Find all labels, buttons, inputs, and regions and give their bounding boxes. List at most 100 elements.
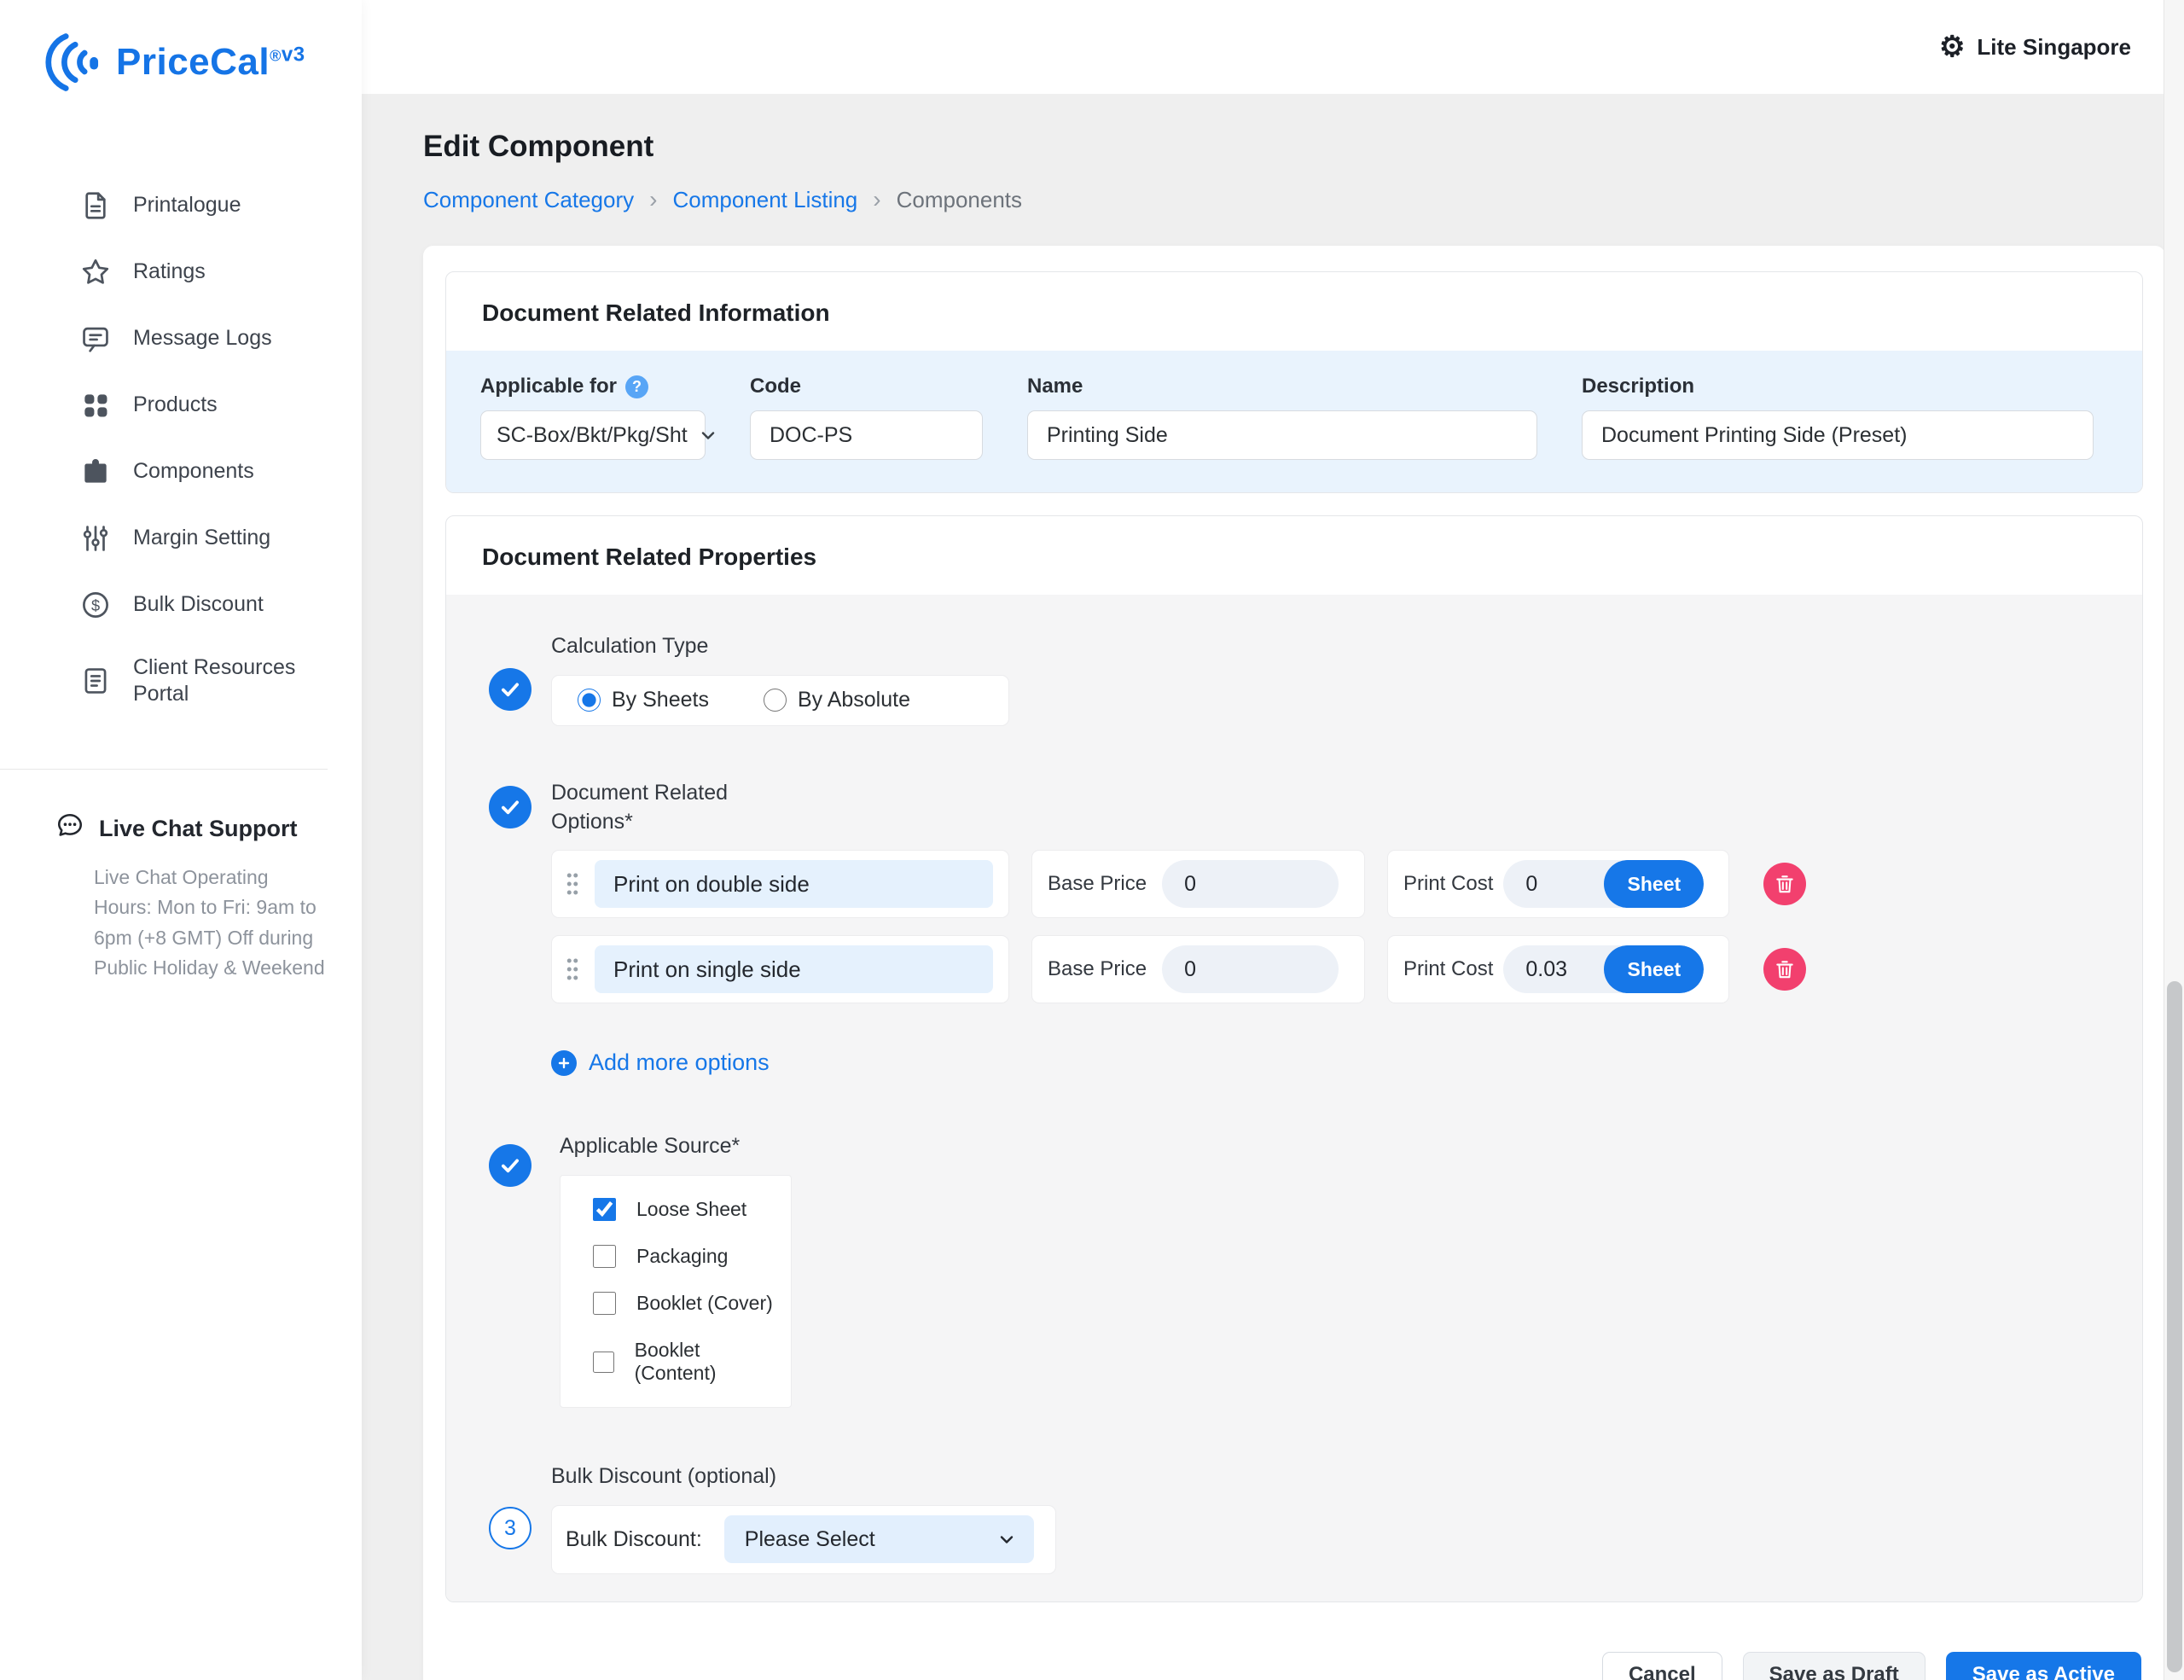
name-label: Name <box>1027 375 1083 398</box>
sidebar-item-label: Products <box>133 392 218 417</box>
chevron-right-icon: › <box>873 186 881 212</box>
sidebar-item-client-resources-portal[interactable]: Client Resources Portal <box>0 638 362 724</box>
step-3-badge: 3 <box>489 1507 531 1549</box>
unit-sheet-button[interactable]: Sheet <box>1604 860 1705 909</box>
brand-name: PriceCal®v3 <box>116 41 305 83</box>
delete-option-button[interactable] <box>1763 948 1806 991</box>
radio-by-absolute[interactable]: By Absolute <box>763 688 910 712</box>
name-field: Name <box>1027 375 1537 460</box>
base-price-input[interactable] <box>1162 945 1339 994</box>
breadcrumb: Component Category › Component Listing ›… <box>423 186 2165 213</box>
checkbox-packaging[interactable]: Packaging <box>561 1233 791 1280</box>
bulk-discount-select[interactable]: Please Select <box>723 1515 1034 1564</box>
sidebar-item-label: Components <box>133 459 254 484</box>
applicable-for-label: Applicable for ? <box>480 375 706 398</box>
sidebar-item-ratings[interactable]: Ratings <box>0 239 362 305</box>
live-chat-support: Live Chat Support Live Chat Operating Ho… <box>0 770 362 985</box>
app-logo[interactable]: PriceCal®v3 <box>0 0 362 96</box>
content-area: Edit Component Component Category › Comp… <box>362 94 2184 1680</box>
sidebar-item-components[interactable]: Components <box>0 439 362 505</box>
bulk-discount-box: Bulk Discount: Please Select <box>551 1504 1056 1574</box>
form-footer: Cancel Save as Draft Save as Active <box>445 1651 2143 1680</box>
scrollbar-thumb[interactable] <box>2167 981 2182 1672</box>
section-title: Document Related Information <box>482 299 830 326</box>
base-price-label: Base Price <box>1048 872 1147 896</box>
print-cost-label: Print Cost <box>1403 957 1494 981</box>
portal-icon <box>78 664 113 698</box>
calculation-type-row: Calculation Type By Sheets By Absolute <box>446 632 2142 726</box>
print-cost-label: Print Cost <box>1403 872 1494 896</box>
calculation-type-options: By Sheets By Absolute <box>551 674 1009 726</box>
gear-icon: ⚙ <box>1938 31 1966 63</box>
name-input[interactable] <box>1027 410 1537 460</box>
code-label: Code <box>750 375 801 398</box>
sidebar: PriceCal®v3 Printalogue Ratings Message … <box>0 0 362 1680</box>
checkbox-booklet-cover[interactable]: Booklet (Cover) <box>561 1280 791 1327</box>
sidebar-item-message-logs[interactable]: Message Logs <box>0 305 362 372</box>
page-scrollbar[interactable] <box>2164 0 2184 1680</box>
option-name-input[interactable] <box>595 860 993 909</box>
print-cost-input[interactable] <box>1503 945 1605 994</box>
radio-by-sheets[interactable]: By Sheets <box>578 688 709 712</box>
drag-handle-icon[interactable] <box>564 955 581 984</box>
applicable-source-box: Loose Sheet Packaging Booklet (Cover) Bo… <box>560 1175 792 1408</box>
breadcrumb-link-component-category[interactable]: Component Category <box>423 187 634 213</box>
add-more-options-button[interactable]: Add more options <box>551 1049 770 1076</box>
option-row: Base Price Print Cost Sheet <box>551 850 1806 919</box>
plus-icon <box>551 1049 577 1076</box>
sidebar-item-printalogue[interactable]: Printalogue <box>0 172 362 239</box>
account-menu[interactable]: ⚙ Lite Singapore <box>1939 32 2131 61</box>
applicable-for-select[interactable]: SC-Box/Bkt/Pkg/Sht <box>480 410 714 460</box>
description-input[interactable] <box>1582 410 2094 460</box>
code-input[interactable] <box>750 410 983 460</box>
checkbox-booklet-content[interactable]: Booklet (Content) <box>561 1327 791 1397</box>
save-as-draft-button[interactable]: Save as Draft <box>1742 1651 1926 1680</box>
description-field: Description <box>1582 375 2094 460</box>
edit-component-card: Document Related Information Applicable … <box>423 246 2165 1680</box>
applicable-source-label: Applicable Source* <box>560 1134 741 1159</box>
sidebar-item-label: Printalogue <box>133 193 241 218</box>
description-label: Description <box>1582 375 1695 398</box>
topbar: ⚙ Lite Singapore <box>362 0 2184 94</box>
document-related-options-row: Document Related Options* Print on doubl… <box>446 779 2142 1077</box>
breadcrumb-current: Components <box>896 186 1023 212</box>
message-icon <box>78 322 113 356</box>
breadcrumb-link-component-listing[interactable]: Component Listing <box>672 187 857 213</box>
drag-handle-icon[interactable] <box>564 869 581 898</box>
trash-icon <box>1776 875 1793 893</box>
chevron-down-icon <box>698 425 718 445</box>
step-complete-icon <box>489 668 531 711</box>
live-chat-title: Live Chat Support <box>99 815 298 841</box>
chevron-down-icon <box>996 1529 1017 1549</box>
dollar-icon: $ <box>78 588 113 622</box>
sliders-icon <box>78 521 113 555</box>
print-cost-input[interactable] <box>1503 860 1605 909</box>
applicable-for-field: Applicable for ? SC-Box/Bkt/Pkg/Sht <box>480 375 714 460</box>
sidebar-item-products[interactable]: Products <box>0 372 362 439</box>
sidebar-item-label: Message Logs <box>133 326 272 351</box>
base-price-input[interactable] <box>1162 860 1339 909</box>
printalogue-icon <box>78 189 113 223</box>
unit-sheet-button[interactable]: Sheet <box>1604 945 1705 994</box>
delete-option-button[interactable] <box>1763 863 1806 906</box>
page-title: Edit Component <box>423 130 654 163</box>
live-chat-hours: Live Chat Operating Hours: Mon to Fri: 9… <box>94 865 325 980</box>
grid-icon <box>78 388 113 422</box>
svg-text:$: $ <box>91 597 100 614</box>
code-field: Code <box>750 375 983 460</box>
bulk-discount-title: Bulk Discount (optional) <box>551 1464 777 1488</box>
sidebar-item-bulk-discount[interactable]: $ Bulk Discount <box>0 572 362 638</box>
bulk-discount-row: 3 Bulk Discount (optional) Bulk Discount… <box>446 1462 2142 1574</box>
help-icon[interactable]: ? <box>625 375 649 398</box>
option-name-input[interactable] <box>595 945 993 994</box>
sidebar-item-label: Margin Setting <box>133 526 271 550</box>
calculation-type-label: Calculation Type <box>551 634 709 658</box>
checkbox-loose-sheet[interactable]: Loose Sheet <box>561 1186 791 1233</box>
sidebar-item-margin-setting[interactable]: Margin Setting <box>0 505 362 572</box>
trash-icon <box>1776 961 1793 979</box>
document-related-information-section: Document Related Information Applicable … <box>445 271 2143 493</box>
save-as-active-button[interactable]: Save as Active <box>1945 1651 2141 1680</box>
cancel-button[interactable]: Cancel <box>1601 1651 1722 1680</box>
account-label: Lite Singapore <box>1977 33 2131 60</box>
applicable-source-row: Applicable Source* Loose Sheet Packaging <box>446 1132 2142 1408</box>
